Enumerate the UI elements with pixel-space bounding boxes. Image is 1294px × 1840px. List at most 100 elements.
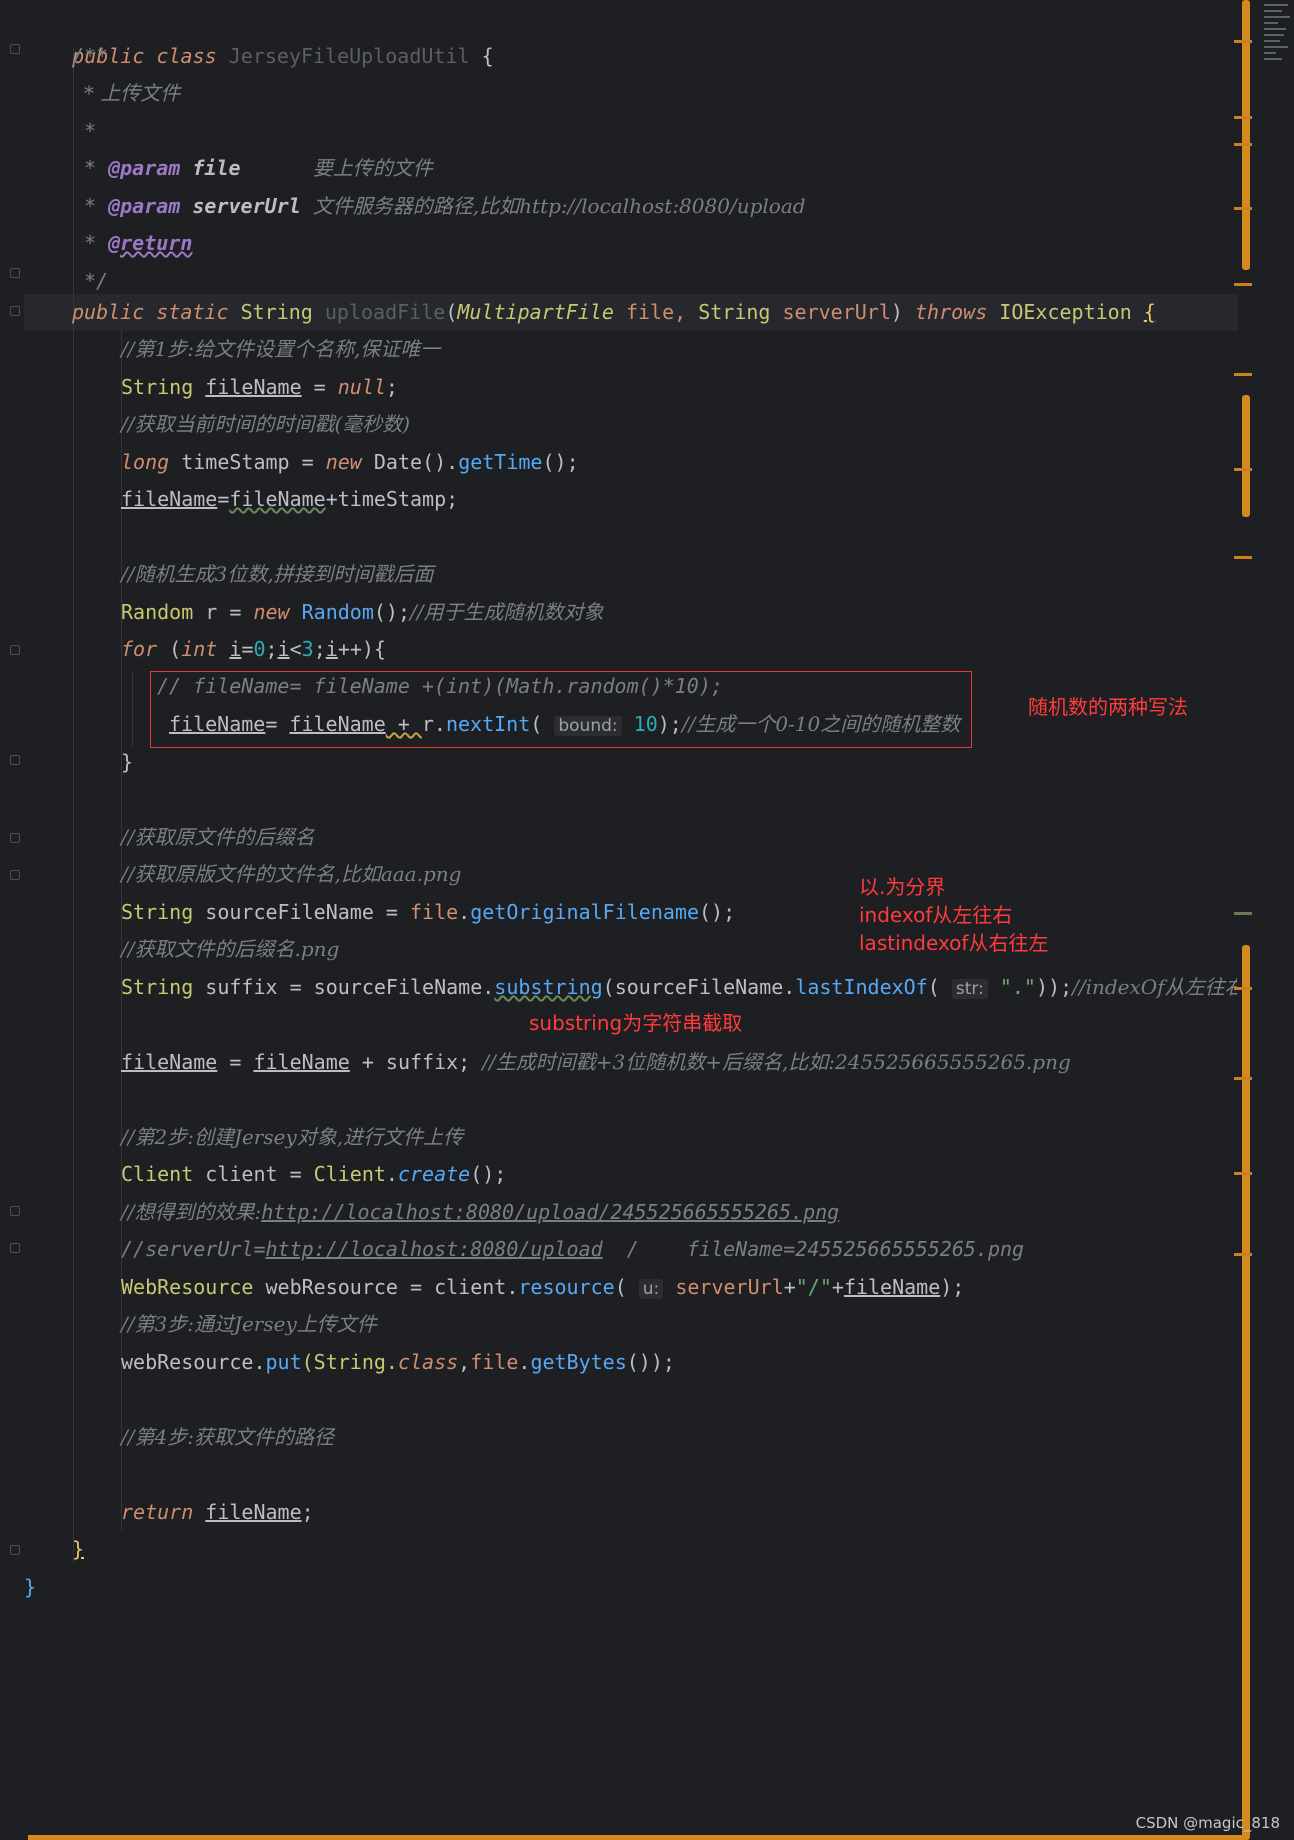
code-line-timestamp[interactable]: long timeStamp = new Date().getTime(); — [121, 444, 579, 482]
code-line-comment[interactable]: //想得到的效果:http://localhost:8080/upload/24… — [121, 1194, 839, 1232]
code-line-comment[interactable]: //获取原版文件的文件名,比如aaa.png — [121, 856, 461, 894]
annotation-lastindexof: lastindexof从右往左 — [859, 931, 1049, 955]
code-line-filename-decl[interactable]: String fileName = null; — [121, 369, 398, 407]
error-stripe-marker[interactable] — [1234, 987, 1252, 990]
variable: i — [325, 637, 338, 661]
fold-icon[interactable] — [10, 268, 20, 278]
variable: webResource. — [121, 1350, 266, 1374]
comment: //indexOf从左往右 — [1072, 975, 1237, 999]
code-line-comment[interactable]: //第1步:给文件设置个名称,保证唯一 — [121, 331, 440, 369]
fold-icon[interactable] — [10, 1243, 20, 1253]
code-line-javadoc-blank[interactable]: * — [84, 113, 96, 151]
code-line-comment[interactable]: //第2步:创建Jersey对象,进行文件上传 — [121, 1119, 463, 1157]
fold-icon[interactable] — [10, 44, 20, 54]
code-line-javadoc-return[interactable]: * @return — [84, 225, 192, 263]
keyword: throws — [914, 300, 988, 324]
variable: i — [277, 637, 290, 661]
comment-link[interactable]: http://localhost:8080/upload/24552566555… — [261, 1200, 839, 1224]
code-line-method-close[interactable]: } — [72, 1531, 84, 1569]
code-line-suffix[interactable]: String suffix = sourceFileName.substring… — [121, 969, 1237, 1007]
param-name: file — [470, 1350, 519, 1374]
code-line-javadoc-desc[interactable]: * 上传文件 — [84, 75, 180, 113]
error-stripe-marker[interactable] — [1234, 283, 1252, 286]
paren: ( — [530, 712, 555, 736]
comment: 要上传的文件 — [312, 156, 433, 180]
code-line-comment[interactable]: //获取原文件的后缀名 — [121, 819, 314, 857]
class-name: Client — [313, 1162, 386, 1186]
code-line-comment[interactable]: //serverUrl=http://localhost:8080/upload… — [121, 1231, 1024, 1269]
error-stripe-marker[interactable] — [1234, 116, 1252, 119]
code-line-put[interactable]: webResource.put(String.class,file.getByt… — [121, 1344, 675, 1382]
brace: { — [1143, 300, 1156, 324]
code-line-client[interactable]: Client client = Client.create(); — [121, 1156, 506, 1194]
code-editor[interactable]: public class JerseyFileUploadUtil { /** … — [0, 0, 1294, 1840]
scrollbar-thumb[interactable] — [1242, 395, 1250, 517]
type-name: String — [121, 375, 194, 399]
code-line-source-filename[interactable]: String sourceFileName = file.getOriginal… — [121, 894, 735, 932]
fold-icon[interactable] — [10, 870, 20, 880]
code-line-comment[interactable]: // fileName= fileName +(int)(Math.random… — [157, 668, 723, 706]
keyword: for — [121, 637, 158, 661]
punct: (); — [542, 450, 579, 474]
keyword: static — [156, 300, 229, 324]
fold-icon[interactable] — [10, 645, 20, 655]
fold-icon[interactable] — [10, 1545, 20, 1555]
code-line-javadoc-param2[interactable]: * @param serverUrl 文件服务器的路径,比如http://loc… — [84, 188, 806, 226]
comment-link[interactable]: http://localhost:8080/upload — [266, 1237, 603, 1261]
error-stripe-marker[interactable] — [1234, 373, 1252, 376]
error-stripe-marker[interactable] — [1234, 143, 1252, 146]
comment: 文件服务器的路径,比如http://localhost:8080/upload — [312, 193, 806, 218]
operator: = — [217, 487, 230, 511]
variable: fileName — [205, 1500, 302, 1524]
code-line-comment[interactable]: //获取当前时间的时间戳(毫秒数) — [121, 406, 410, 444]
fold-icon[interactable] — [10, 306, 20, 316]
keyword: null — [337, 375, 386, 399]
number: 10 — [621, 712, 658, 736]
error-stripe-marker[interactable] — [1234, 40, 1252, 43]
operator: + — [385, 712, 422, 736]
fold-icon[interactable] — [10, 1206, 20, 1216]
annotation-random-two-ways: 随机数的两种写法 — [1028, 695, 1188, 719]
method-call: substring — [494, 975, 603, 999]
code-line-method-signature[interactable]: public static String uploadFile(Multipar… — [72, 294, 1156, 332]
code-line-javadoc-param1[interactable]: * @param file 要上传的文件 — [84, 150, 433, 188]
fold-icon[interactable] — [10, 755, 20, 765]
comment: // fileName= fileName +(int)(Math.random… — [157, 674, 723, 698]
operator: = — [217, 1050, 254, 1074]
error-stripe-marker[interactable] — [1234, 556, 1252, 559]
brace: { — [481, 43, 494, 68]
keyword: int — [181, 637, 218, 661]
code-line-class-close[interactable]: } — [24, 1569, 36, 1607]
error-stripe-marker[interactable] — [1234, 912, 1252, 915]
horizontal-scrollbar[interactable] — [28, 1835, 1244, 1840]
error-stripe-marker[interactable] — [1234, 1172, 1252, 1175]
error-stripe-marker[interactable] — [1234, 1253, 1252, 1256]
code-line-comment[interactable]: //获取文件的后缀名.png — [121, 931, 339, 969]
error-stripe-marker[interactable] — [1234, 207, 1252, 210]
expression: (sourceFileName. — [602, 975, 796, 999]
code-line-return[interactable]: return fileName; — [121, 1494, 314, 1532]
fold-icon[interactable] — [10, 833, 20, 843]
code-line-filename-assign[interactable]: fileName=fileName+timeStamp; — [121, 481, 458, 519]
comment: //获取当前时间的时间戳(毫秒数) — [121, 412, 411, 436]
minimap-line — [1264, 4, 1288, 6]
code-line-javadoc-open[interactable]: /** — [72, 38, 108, 76]
code-line-for[interactable]: for (int i=0;i<3;i++){ — [121, 631, 386, 669]
error-stripe-marker[interactable] — [1234, 1077, 1252, 1080]
code-line-filename-suffix[interactable]: fileName = fileName + suffix; //生成时间戳+3位… — [121, 1044, 1071, 1082]
error-stripe-marker[interactable] — [1234, 468, 1252, 471]
code-line-nextint[interactable]: fileName= fileName + r.nextInt( bound: 1… — [169, 706, 960, 744]
code-line-class-decl[interactable]: public class JerseyFileUploadUtil { — [24, 0, 493, 68]
code-line-comment[interactable]: //第4步:获取文件的路径 — [121, 1419, 334, 1457]
keyword: long — [121, 450, 170, 474]
comment: //第1步:给文件设置个名称,保证唯一 — [121, 337, 441, 361]
class-name: (String. — [301, 1350, 398, 1374]
variable: fileName — [229, 487, 326, 511]
variable: r = — [193, 600, 254, 624]
code-line-for-close[interactable]: } — [121, 744, 133, 782]
code-line-comment[interactable]: //第3步:通过Jersey上传文件 — [121, 1306, 377, 1344]
code-line-comment[interactable]: //随机生成3位数,拼接到时间戳后面 — [121, 556, 434, 594]
variable: fileName — [205, 375, 302, 399]
code-line-random-decl[interactable]: Random r = new Random();//用于生成随机数对象 — [121, 594, 604, 632]
code-line-webresource[interactable]: WebResource webResource = client.resourc… — [121, 1269, 964, 1307]
